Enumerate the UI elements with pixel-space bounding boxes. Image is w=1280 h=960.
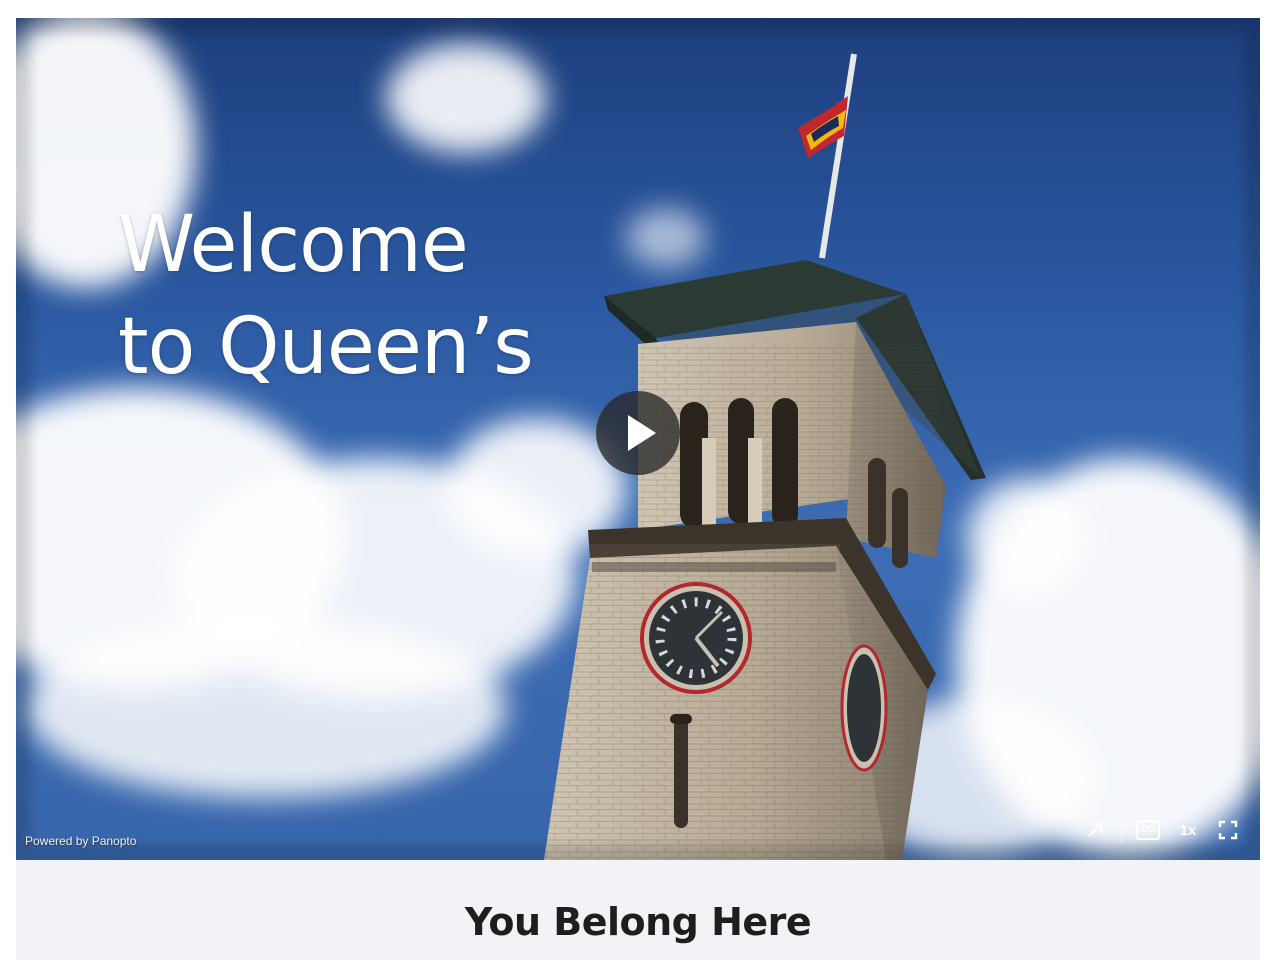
fullscreen-button[interactable] — [1208, 814, 1248, 846]
video-player[interactable]: Welcome to Queen’s Powered by Panopto CC… — [16, 18, 1260, 860]
video-title-line-2: to Queen’s — [118, 302, 534, 392]
player-controls: CC 1x — [1075, 814, 1248, 846]
captions-label: CC — [1135, 820, 1161, 840]
captions-button[interactable]: CC — [1128, 814, 1168, 846]
fullscreen-icon — [1218, 820, 1238, 840]
share-button[interactable] — [1075, 814, 1115, 846]
controls-divider — [1121, 817, 1122, 843]
play-button[interactable] — [596, 391, 680, 475]
powered-by-panopto-link[interactable]: Powered by Panopto — [25, 834, 136, 848]
share-arrow-icon — [1088, 822, 1103, 837]
playback-speed-button[interactable]: 1x — [1168, 814, 1208, 846]
section-heading: You Belong Here — [464, 900, 812, 944]
content-section: You Belong Here — [16, 860, 1260, 960]
flag — [798, 53, 857, 259]
playback-speed-label: 1x — [1179, 821, 1197, 839]
video-title-line-1: Welcome — [118, 200, 469, 290]
play-icon — [628, 415, 656, 451]
video-title: Welcome to Queen’s — [118, 194, 534, 398]
